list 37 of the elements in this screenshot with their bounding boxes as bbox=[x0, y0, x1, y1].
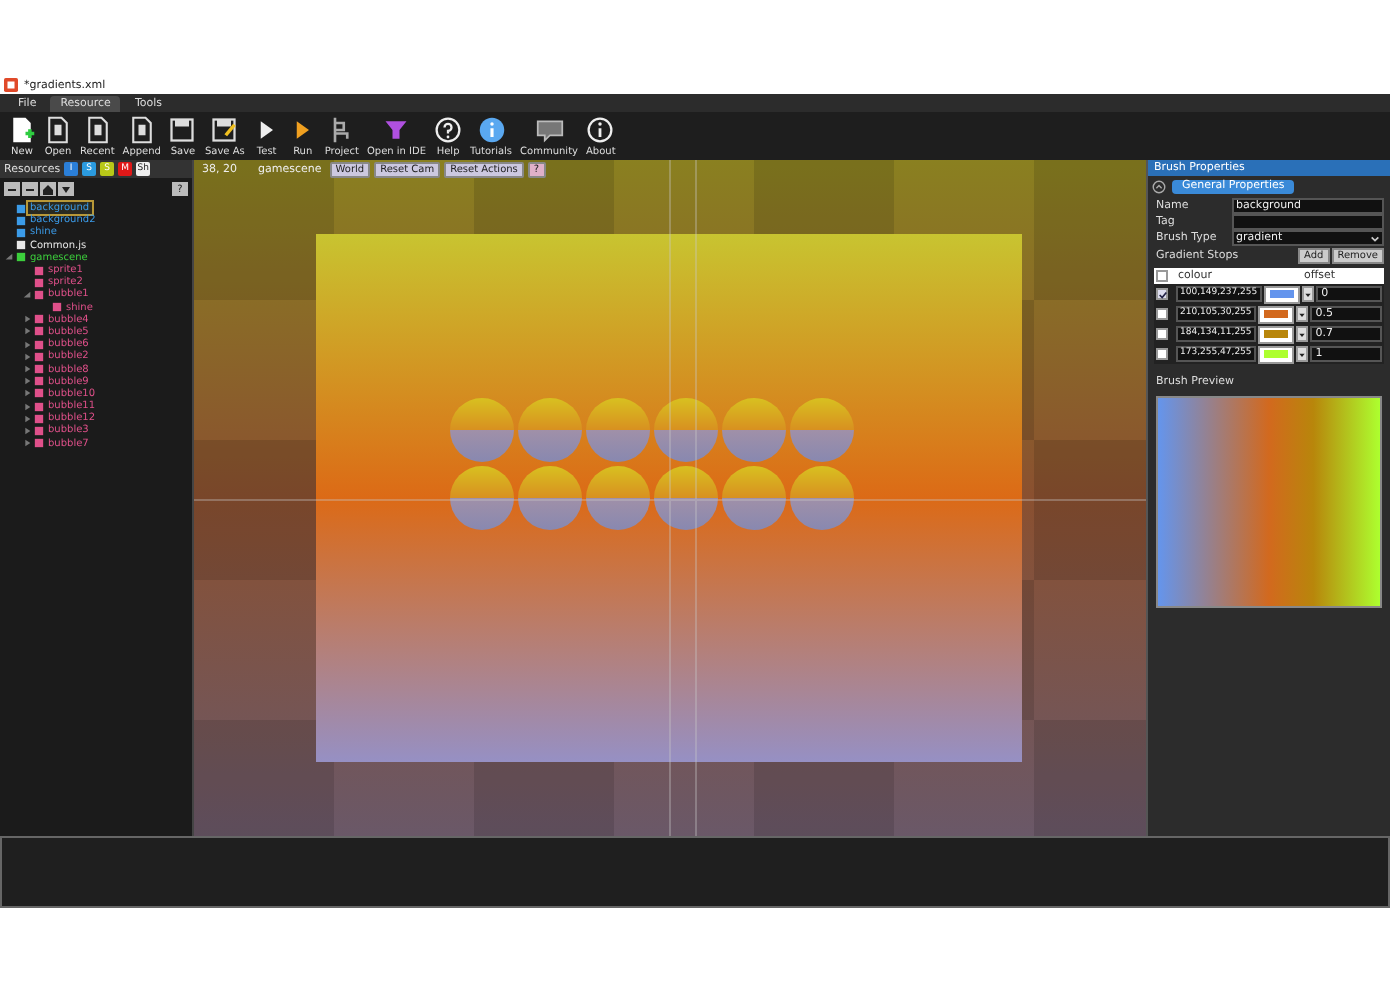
node-icon bbox=[16, 252, 26, 263]
document-icon bbox=[83, 115, 112, 143]
save-icon bbox=[168, 115, 197, 143]
color-picker[interactable] bbox=[1257, 325, 1294, 343]
select-all-checkbox[interactable] bbox=[1156, 270, 1168, 282]
info-icon bbox=[586, 115, 615, 143]
info-icon bbox=[477, 115, 506, 143]
dropdown-button[interactable] bbox=[1295, 326, 1308, 342]
document-icon bbox=[44, 115, 72, 143]
save-as-icon bbox=[210, 115, 239, 143]
dropdown-button[interactable] bbox=[1295, 306, 1308, 322]
home-button[interactable] bbox=[40, 182, 56, 196]
row-checkbox[interactable] bbox=[1156, 328, 1168, 340]
help-icon bbox=[434, 115, 463, 143]
document-icon bbox=[127, 115, 156, 143]
row-checkbox[interactable] bbox=[1156, 348, 1168, 360]
color-picker[interactable] bbox=[1257, 305, 1294, 323]
dropdown-button[interactable] bbox=[1301, 286, 1314, 302]
expander-icon[interactable] bbox=[22, 289, 32, 300]
text-field[interactable] bbox=[1232, 214, 1384, 230]
expander-icon[interactable] bbox=[4, 252, 14, 263]
node-icon bbox=[52, 302, 62, 313]
collapse-button[interactable] bbox=[4, 182, 20, 196]
dropdown-button[interactable] bbox=[58, 182, 74, 196]
caret-icon bbox=[1370, 233, 1380, 243]
script-icon bbox=[16, 240, 26, 251]
row-checkbox[interactable] bbox=[1156, 288, 1168, 300]
new-file-icon bbox=[8, 115, 36, 143]
speech-bubble-icon bbox=[535, 115, 564, 143]
color-picker[interactable] bbox=[1263, 285, 1300, 303]
dropdown-button[interactable] bbox=[1295, 346, 1308, 362]
home-icon bbox=[42, 183, 54, 195]
caret-icon bbox=[60, 183, 72, 195]
row-checkbox[interactable] bbox=[1156, 308, 1168, 320]
color-picker[interactable] bbox=[1257, 345, 1294, 363]
remove-button[interactable] bbox=[22, 182, 38, 196]
collapse-icon[interactable] bbox=[1152, 180, 1166, 194]
